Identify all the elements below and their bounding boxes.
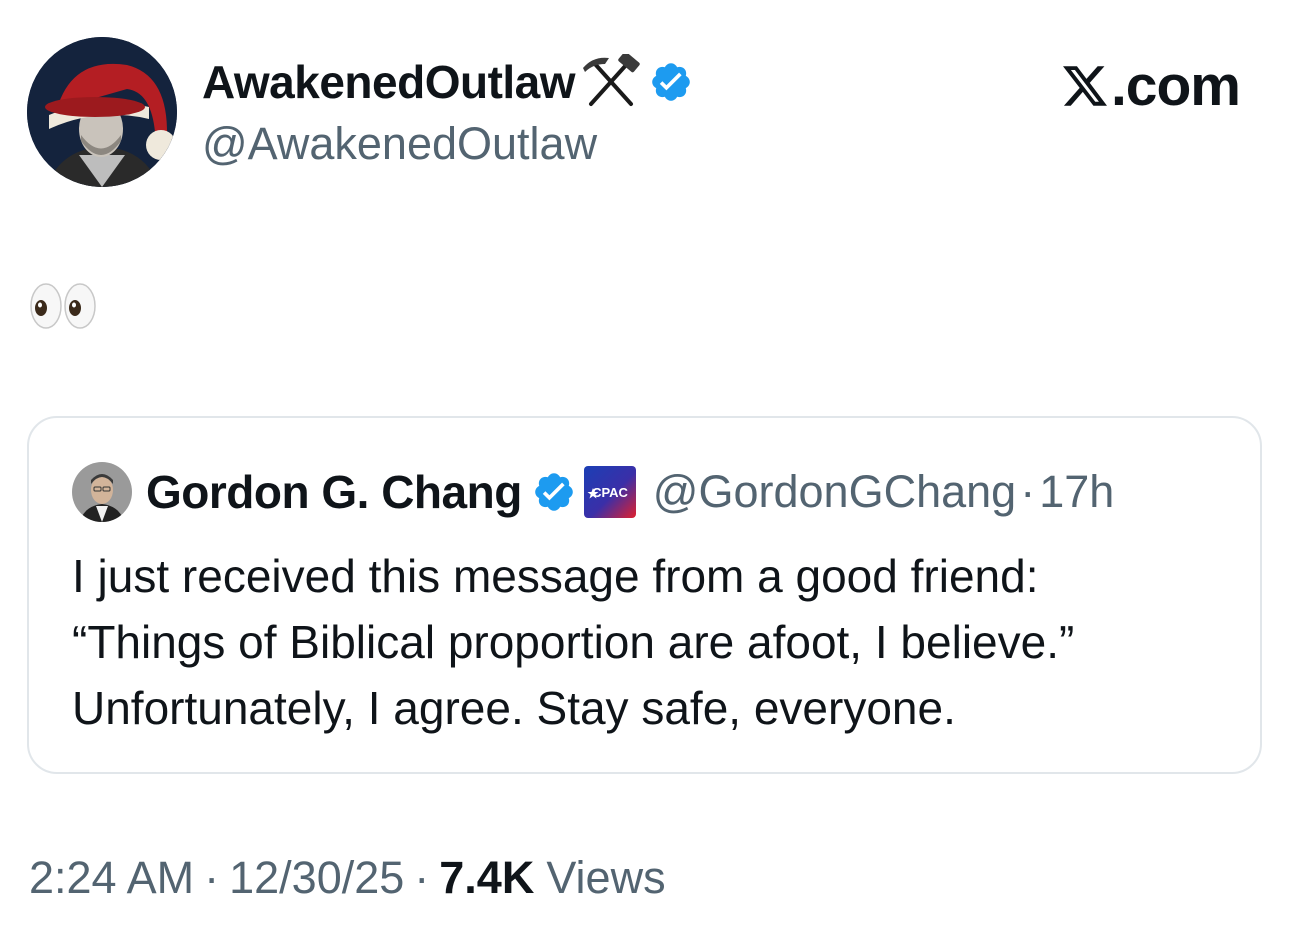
verified-badge-icon[interactable] xyxy=(649,60,693,104)
quoted-tweet-header: Gordon G. Chang CPAC @GordonGChang · 17h xyxy=(72,462,1114,522)
views-count[interactable]: 7.4K xyxy=(439,852,534,904)
author-handle[interactable]: @AwakenedOutlaw xyxy=(202,118,597,170)
quoted-avatar[interactable] xyxy=(72,462,132,522)
cpac-affiliate-badge-icon[interactable]: CPAC xyxy=(583,466,636,518)
quoted-text-line: Unfortunately, I agree. Stay safe, every… xyxy=(72,682,956,734)
quoted-text-line: “Things of Biblical proportion are afoot… xyxy=(72,616,1075,668)
tweet-body xyxy=(29,281,97,331)
separator-dot: · xyxy=(414,852,430,903)
separator-dot: · xyxy=(1020,466,1036,517)
views-label: Views xyxy=(546,852,666,903)
eyes-icon xyxy=(64,283,96,329)
quoted-timestamp[interactable]: 17h xyxy=(1039,466,1114,518)
verified-badge-icon[interactable] xyxy=(532,470,576,514)
separator-dot: · xyxy=(204,852,220,903)
author-display-name[interactable]: AwakenedOutlaw xyxy=(202,55,576,109)
hammer-and-pick-icon xyxy=(583,54,640,106)
quoted-display-name[interactable]: Gordon G. Chang xyxy=(146,465,522,519)
tweet-meta: 2:24 AM · 12/30/25 · 7.4K Views xyxy=(29,852,666,904)
tweet-date[interactable]: 12/30/25 xyxy=(229,852,404,904)
tweet-time[interactable]: 2:24 AM xyxy=(29,852,194,904)
x-logo-icon xyxy=(1062,66,1107,106)
quoted-tweet-text: I just received this message from a good… xyxy=(72,543,1242,741)
xcom-logo: .com xyxy=(1062,54,1241,118)
quoted-text-line: I just received this message from a good… xyxy=(72,550,1039,602)
quoted-tweet-card[interactable]: Gordon G. Chang CPAC @GordonGChang · 17h… xyxy=(27,416,1262,774)
avatar[interactable] xyxy=(27,37,177,187)
quoted-handle[interactable]: @GordonGChang xyxy=(653,466,1016,518)
eyes-icon xyxy=(30,283,62,329)
author-name-row[interactable]: AwakenedOutlaw xyxy=(202,54,693,110)
xcom-text: .com xyxy=(1110,54,1241,118)
